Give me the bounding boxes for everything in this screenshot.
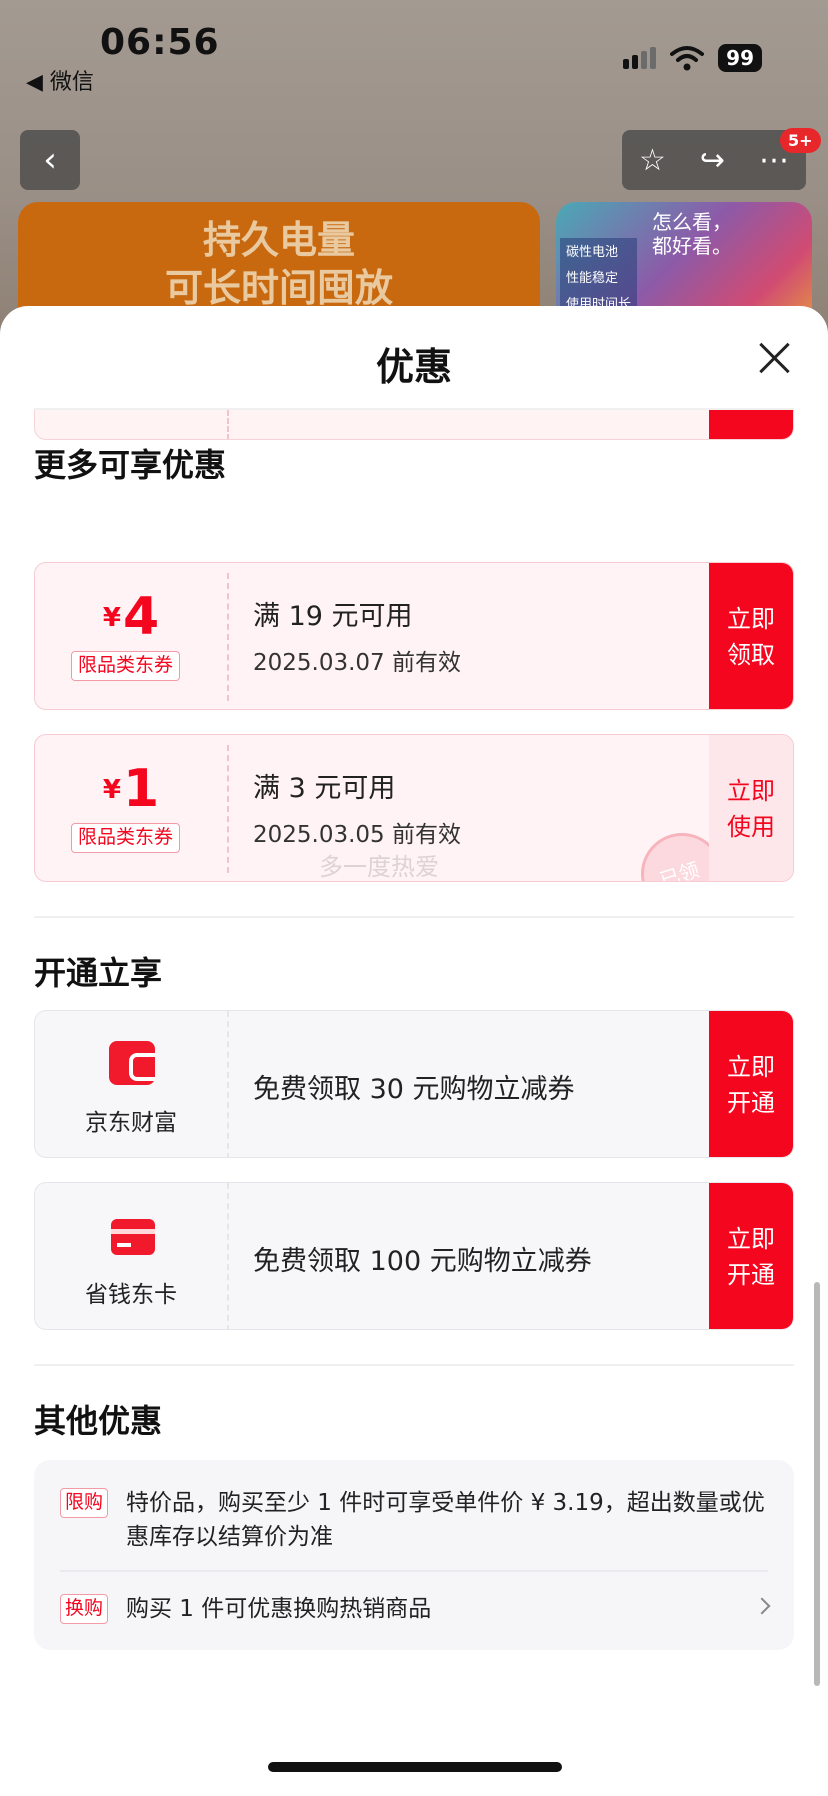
sheet-title: 优惠 [375,345,452,389]
use-coupon-label: 立即使用 [727,777,775,841]
coupon-details: 满 19 元可用 2025.03.07 前有效 [253,599,461,677]
home-indicator[interactable] [268,1762,562,1772]
card-separator [227,1011,229,1157]
card-separator [227,1183,229,1329]
scrollbar[interactable] [814,1282,820,1686]
wallet-icon [109,1041,155,1085]
coupon-type-tag: 限品类东券 [71,823,181,853]
offer-tag: 限购 [60,1488,109,1518]
coupon-card: ¥4 限品类东券 满 19 元可用 2025.03.07 前有效 立即领取 [34,562,794,710]
coupon-value: ¥4 限品类东券 [35,563,227,709]
currency-symbol: ¥ [102,775,121,805]
wifi-icon [670,46,705,71]
exchange-offer-row[interactable]: 换购 购买 1 件可优惠换购热销商品 [60,1594,771,1624]
amount-value: 1 [122,759,160,819]
signal-icon [623,47,657,69]
currency-symbol: ¥ [102,603,121,633]
star-icon[interactable]: ☆ [639,143,666,178]
offers-sheet: 优惠 更多可享优惠 ¥4 限品类东券 满 19 元可用 2025.03.07 前… [0,306,828,1796]
nav-actions: ☆ ↪ ⋯ [622,130,806,190]
section-title-more-offers: 更多可享优惠 [34,446,227,484]
coupon-details: 满 3 元可用 2025.03.05 前有效 [253,771,461,849]
coupon-condition: 满 3 元可用 [253,773,396,804]
claim-coupon-button[interactable]: 立即领取 [709,563,793,709]
coupon-value: ¥1 限品类东券 [35,735,227,881]
open-offer-brand: 省钱东卡 [35,1183,227,1329]
activate-button[interactable]: 立即开通 [709,1011,793,1157]
status-indicators: 99 [623,44,762,72]
message-badge: 5+ [780,128,821,153]
section-title-open-offers: 开通立享 [34,954,163,992]
side-banner-title: 怎么看， 都好看。 [652,210,732,258]
feature-item: 碳性电池 [566,245,619,260]
coupon-action-partial[interactable] [709,410,793,439]
activate-label: 立即开通 [727,1053,775,1117]
open-offer-brand: 京东财富 [35,1011,227,1157]
amount-value: 4 [122,587,160,647]
feature-item: 性能稳定 [566,271,619,286]
banner-line-2: 可长时间囤放 [164,266,393,310]
divider [34,916,794,918]
open-offer-card: 省钱东卡 免费领取 100 元购物立减券 立即开通 [34,1182,794,1330]
coupon-amount: ¥4 [35,589,227,645]
banner-line-1: 持久电量 [202,218,355,262]
other-offers-box: 限购 特价品，购买至少 1 件时可享受单件价 ¥ 3.19，超出数量或优惠库存以… [34,1460,794,1650]
status-time: 06:56 [100,22,220,63]
coupon-separator [227,410,229,439]
screen: 06:56 ◀ 微信 99 ‹ ☆ ↪ ⋯ 5+ 持久电量 可长时间囤放 怎么看… [0,0,828,1796]
close-icon[interactable] [756,340,792,376]
back-to-wechat-link[interactable]: ◀ 微信 [26,64,94,96]
share-icon[interactable]: ↪ [700,143,725,178]
open-offer-description: 免费领取 30 元购物立减券 [253,1074,575,1105]
offer-tag: 换购 [60,1594,109,1624]
coupon-separator [227,745,229,873]
offer-text: 购买 1 件可优惠换购热销商品 [126,1596,432,1622]
watermark-text: 多一度热爱 [319,853,439,881]
coupon-validity: 2025.03.07 前有效 [253,650,461,676]
section-title-other-offers: 其他优惠 [34,1402,163,1440]
activate-label: 立即开通 [727,1225,775,1289]
brand-name: 省钱东卡 [85,1282,177,1308]
battery-indicator: 99 [718,44,762,72]
coupon-card: ¥1 限品类东券 满 3 元可用 2025.03.05 前有效 多一度热爱 已领… [34,734,794,882]
divider [34,1364,794,1366]
open-offer-card: 京东财富 免费领取 30 元购物立减券 立即开通 [34,1010,794,1158]
nav-back-button[interactable]: ‹ [20,130,80,190]
claim-coupon-label: 立即领取 [727,605,775,669]
row-divider [60,1570,768,1572]
coupon-separator [227,573,229,701]
card-icon [111,1219,155,1255]
coupon-validity: 2025.03.05 前有效 [253,822,461,848]
use-coupon-button[interactable]: 立即使用 [709,735,793,881]
coupon-type-tag: 限品类东券 [71,651,181,681]
chevron-left-icon: ‹ [43,140,57,180]
open-offer-description: 免费领取 100 元购物立减券 [253,1246,592,1277]
coupon-amount: ¥1 [35,761,227,817]
brand-name: 京东财富 [85,1110,177,1136]
coupon-condition: 满 19 元可用 [253,601,413,632]
offer-text: 特价品，购买至少 1 件时可享受单件价 ¥ 3.19，超出数量或优惠库存以结算价… [126,1490,765,1550]
activate-button[interactable]: 立即开通 [709,1183,793,1329]
partial-coupon [34,410,794,440]
